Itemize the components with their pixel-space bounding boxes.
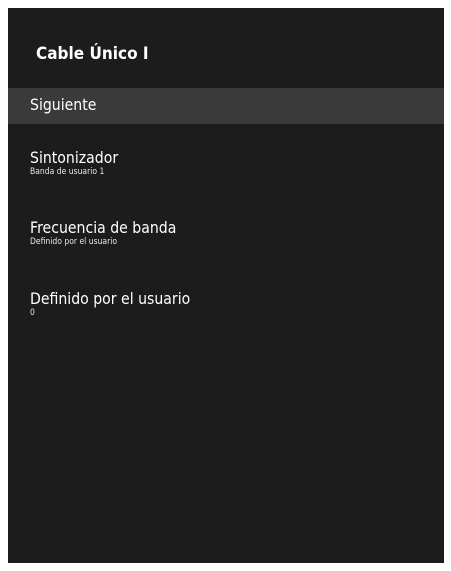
panel-title: Cable Único I — [36, 44, 149, 64]
tuner-value: Banda de usuario 1 — [30, 167, 105, 177]
user-defined-value: 0 — [30, 308, 35, 318]
band-frequency-option[interactable]: Frecuencia de banda Definido por el usua… — [30, 218, 196, 248]
tuner-label: Sintonizador — [30, 148, 119, 167]
next-label: Siguiente — [30, 95, 97, 114]
next-button[interactable]: Siguiente — [8, 88, 444, 124]
tuner-option[interactable]: Sintonizador Banda de usuario 1 — [30, 148, 130, 178]
user-defined-label: Definido por el usuario — [30, 289, 191, 308]
settings-panel: Cable Único I Siguiente Sintonizador Ban… — [8, 8, 444, 563]
user-defined-option[interactable]: Definido por el usuario 0 — [30, 289, 212, 319]
band-frequency-value: Definido por el usuario — [30, 237, 118, 247]
band-frequency-label: Frecuencia de banda — [30, 218, 177, 237]
